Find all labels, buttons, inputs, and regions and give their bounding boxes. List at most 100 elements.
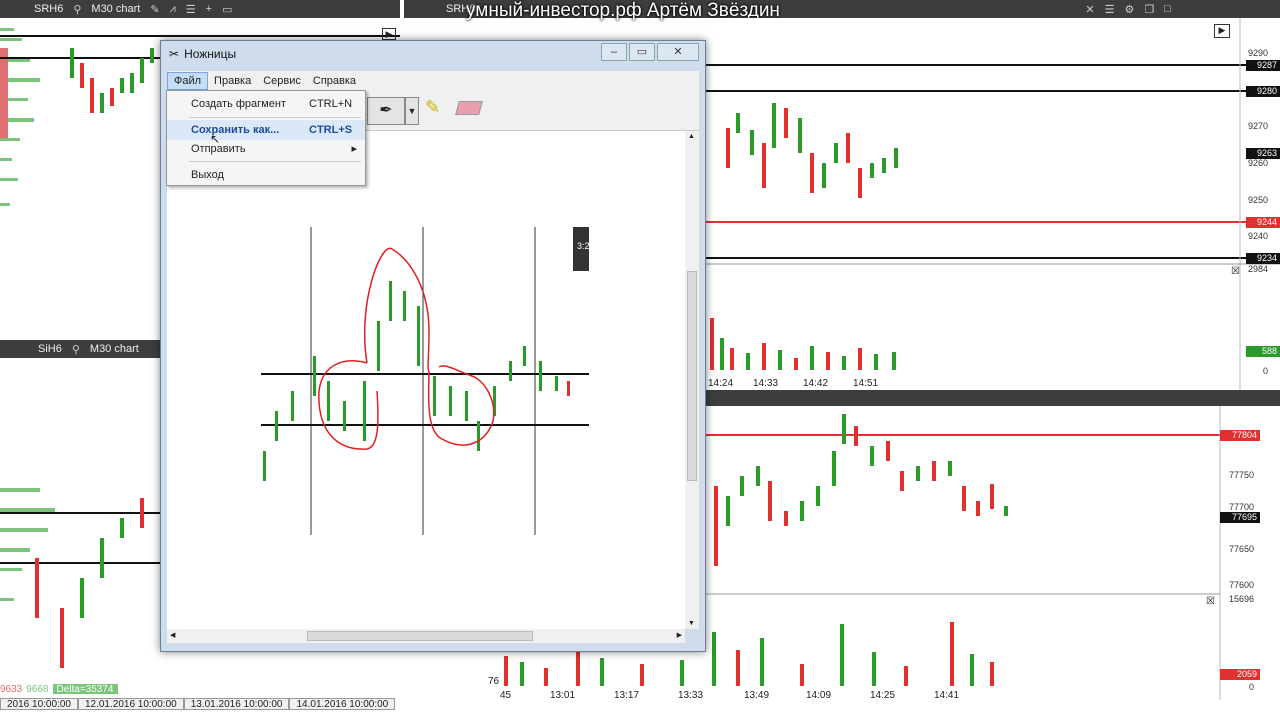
crosshair-icon[interactable]: + — [206, 3, 212, 15]
chart-type-select-2[interactable]: M30 chart — [90, 343, 139, 355]
time-b1: 45 — [500, 690, 512, 700]
price-label-b2: 77700 — [1228, 502, 1254, 512]
menu-edit[interactable]: Правка — [208, 73, 257, 89]
menu-item-label: Сохранить как... — [191, 124, 280, 136]
panel-splitter[interactable] — [706, 390, 1280, 406]
menu-item-shortcut: CTRL+S — [309, 124, 353, 136]
menu-file[interactable]: Файл — [167, 72, 209, 90]
price-box-2: 9280 — [1246, 86, 1280, 97]
pen-tool-button[interactable]: ✒ — [367, 97, 405, 125]
pen-dropdown-icon[interactable]: ▼ — [405, 97, 419, 125]
settings-icon[interactable]: ⚙ — [1124, 3, 1134, 16]
volume-zero-label-b: 0 — [1248, 682, 1254, 692]
volume-last-box: 588 — [1246, 346, 1280, 357]
menu-divider — [189, 117, 361, 118]
price-box-4: 9244 — [1246, 217, 1280, 228]
left-bottom-chart-svg — [0, 488, 160, 668]
collapse-icon[interactable]: ▶ — [382, 28, 396, 40]
menu-item-label: Выход — [191, 169, 224, 181]
menu-item-save-as[interactable]: Сохранить как... CTRL+S — [167, 120, 365, 140]
mouse-cursor-icon: ↖ — [210, 132, 221, 146]
close-volume-icon-b[interactable]: ☒ — [1206, 596, 1215, 607]
right-top-chart[interactable]: 9290 9270 9260 9250 9240 9287 9280 9263 … — [706, 18, 1280, 390]
time-b3: 13:17 — [614, 690, 640, 700]
menu-item-send[interactable]: Отправить ▸ — [167, 139, 365, 159]
draw-icon[interactable]: ✎ — [150, 3, 159, 16]
date-label-2: 12.01.2016 10:00:00 — [77, 698, 184, 710]
delta-value: Delta=35374 — [52, 684, 118, 694]
price-box-b1: 77804 — [1220, 430, 1260, 441]
snip-canvas[interactable]: 3:2 — [167, 131, 685, 629]
time-b5: 13:49 — [744, 690, 770, 700]
volume-max-label: 2984 — [1247, 264, 1268, 274]
time-b4: 13:33 — [678, 690, 704, 700]
time-label-4: 14:51 — [853, 378, 879, 389]
close-volume-icon[interactable]: ☒ — [1231, 266, 1240, 277]
window-controls: – ▭ ✕ — [601, 43, 699, 61]
right-top-chart-svg — [706, 18, 1280, 390]
scroll-right-icon[interactable]: ▶ — [677, 631, 682, 639]
menu-item-shortcut: CTRL+N — [309, 98, 353, 110]
collapse-icon-right[interactable]: ▶ — [1214, 24, 1230, 38]
minimize-button[interactable]: – — [601, 43, 627, 61]
menu-item-exit[interactable]: Выход — [167, 165, 365, 185]
chart-type-select[interactable]: M30 chart — [91, 3, 140, 15]
time-label-3: 14:42 — [803, 378, 829, 389]
left-partial-label: 76 — [488, 676, 500, 687]
candles-right-top — [726, 103, 898, 198]
symbol-label[interactable]: SRH6 — [34, 3, 63, 15]
horizontal-scrollbar[interactable]: ◀ ▶ — [167, 629, 685, 643]
menu-tools[interactable]: Сервис — [257, 73, 307, 89]
maximize-icon[interactable]: □ — [1164, 3, 1171, 15]
window-title-text: Ножницы — [184, 47, 237, 61]
time-label-2: 14:33 — [753, 378, 779, 389]
snip-candles — [263, 281, 570, 481]
menu-item-new-snip[interactable]: Создать фрагмент CTRL+N — [167, 94, 365, 114]
list-icon[interactable]: ☰ — [186, 3, 196, 16]
menu-help[interactable]: Справка — [307, 73, 362, 89]
snip-image: 3:2 — [261, 227, 590, 535]
scroll-up-icon[interactable]: ▲ — [688, 133, 695, 140]
price-box-5: 9234 — [1246, 253, 1280, 264]
time-label-1: 14:24 — [708, 378, 734, 389]
list-icon-right[interactable]: ☰ — [1105, 3, 1115, 16]
tools-icon[interactable]: ✕ — [1085, 3, 1094, 16]
price-label-1: 9290 — [1247, 48, 1268, 58]
window-icon[interactable]: ▭ — [222, 3, 232, 16]
search-icon[interactable]: ⚲ — [73, 3, 81, 16]
indicator-icon[interactable]: ⩘ — [170, 3, 176, 16]
price-box-b2: 77695 — [1220, 512, 1260, 523]
price-label-2: 9270 — [1247, 121, 1268, 131]
time-b2: 13:01 — [550, 690, 576, 700]
price-label-b3: 77650 — [1228, 544, 1254, 554]
search-icon-2[interactable]: ⚲ — [72, 343, 80, 356]
date-label-4: 14.01.2016 10:00:00 — [289, 698, 396, 710]
close-button[interactable]: ✕ — [657, 43, 699, 61]
price-label-b1: 77750 — [1228, 470, 1254, 480]
time-b8: 14:41 — [934, 690, 960, 700]
copy-icon[interactable]: ❐ — [1144, 3, 1154, 16]
price-label-4: 9250 — [1247, 195, 1268, 205]
maximize-button[interactable]: ▭ — [629, 43, 655, 61]
vertical-scrollbar[interactable]: ▲ ▼ — [685, 131, 699, 629]
left-bottom-chart[interactable]: 9633 9668 Delta=35374 — [0, 358, 160, 694]
scroll-left-icon[interactable]: ◀ — [170, 631, 175, 639]
volume-bars-right-top — [710, 318, 896, 370]
horizontal-scroll-thumb[interactable] — [307, 631, 533, 641]
scroll-down-icon[interactable]: ▼ — [688, 620, 695, 627]
delta-status: 9633 9668 Delta=35374 — [0, 684, 118, 694]
price-box-3: 9263 — [1246, 148, 1280, 159]
bottom-date-axis: 2016 10:00:00 12.01.2016 10:00:00 13.01.… — [0, 698, 396, 710]
eraser-icon[interactable] — [455, 101, 483, 115]
date-label-3: 13.01.2016 10:00:00 — [183, 698, 290, 710]
price-label-b4: 77600 — [1228, 580, 1254, 590]
date-label-1: 2016 10:00:00 — [0, 698, 78, 710]
highlighter-icon[interactable]: ✎ — [425, 97, 440, 118]
submenu-arrow-icon: ▸ — [351, 143, 357, 155]
volume-last-box-b: 2059 — [1220, 669, 1260, 680]
left-bottom-toolbar: SiH6 ⚲ M30 chart — [0, 340, 160, 358]
vertical-scroll-thumb[interactable] — [687, 271, 697, 481]
candles-right-bottom — [714, 414, 1008, 566]
price-box-1: 9287 — [1246, 60, 1280, 71]
symbol-label-left-bottom[interactable]: SiH6 — [38, 343, 62, 355]
